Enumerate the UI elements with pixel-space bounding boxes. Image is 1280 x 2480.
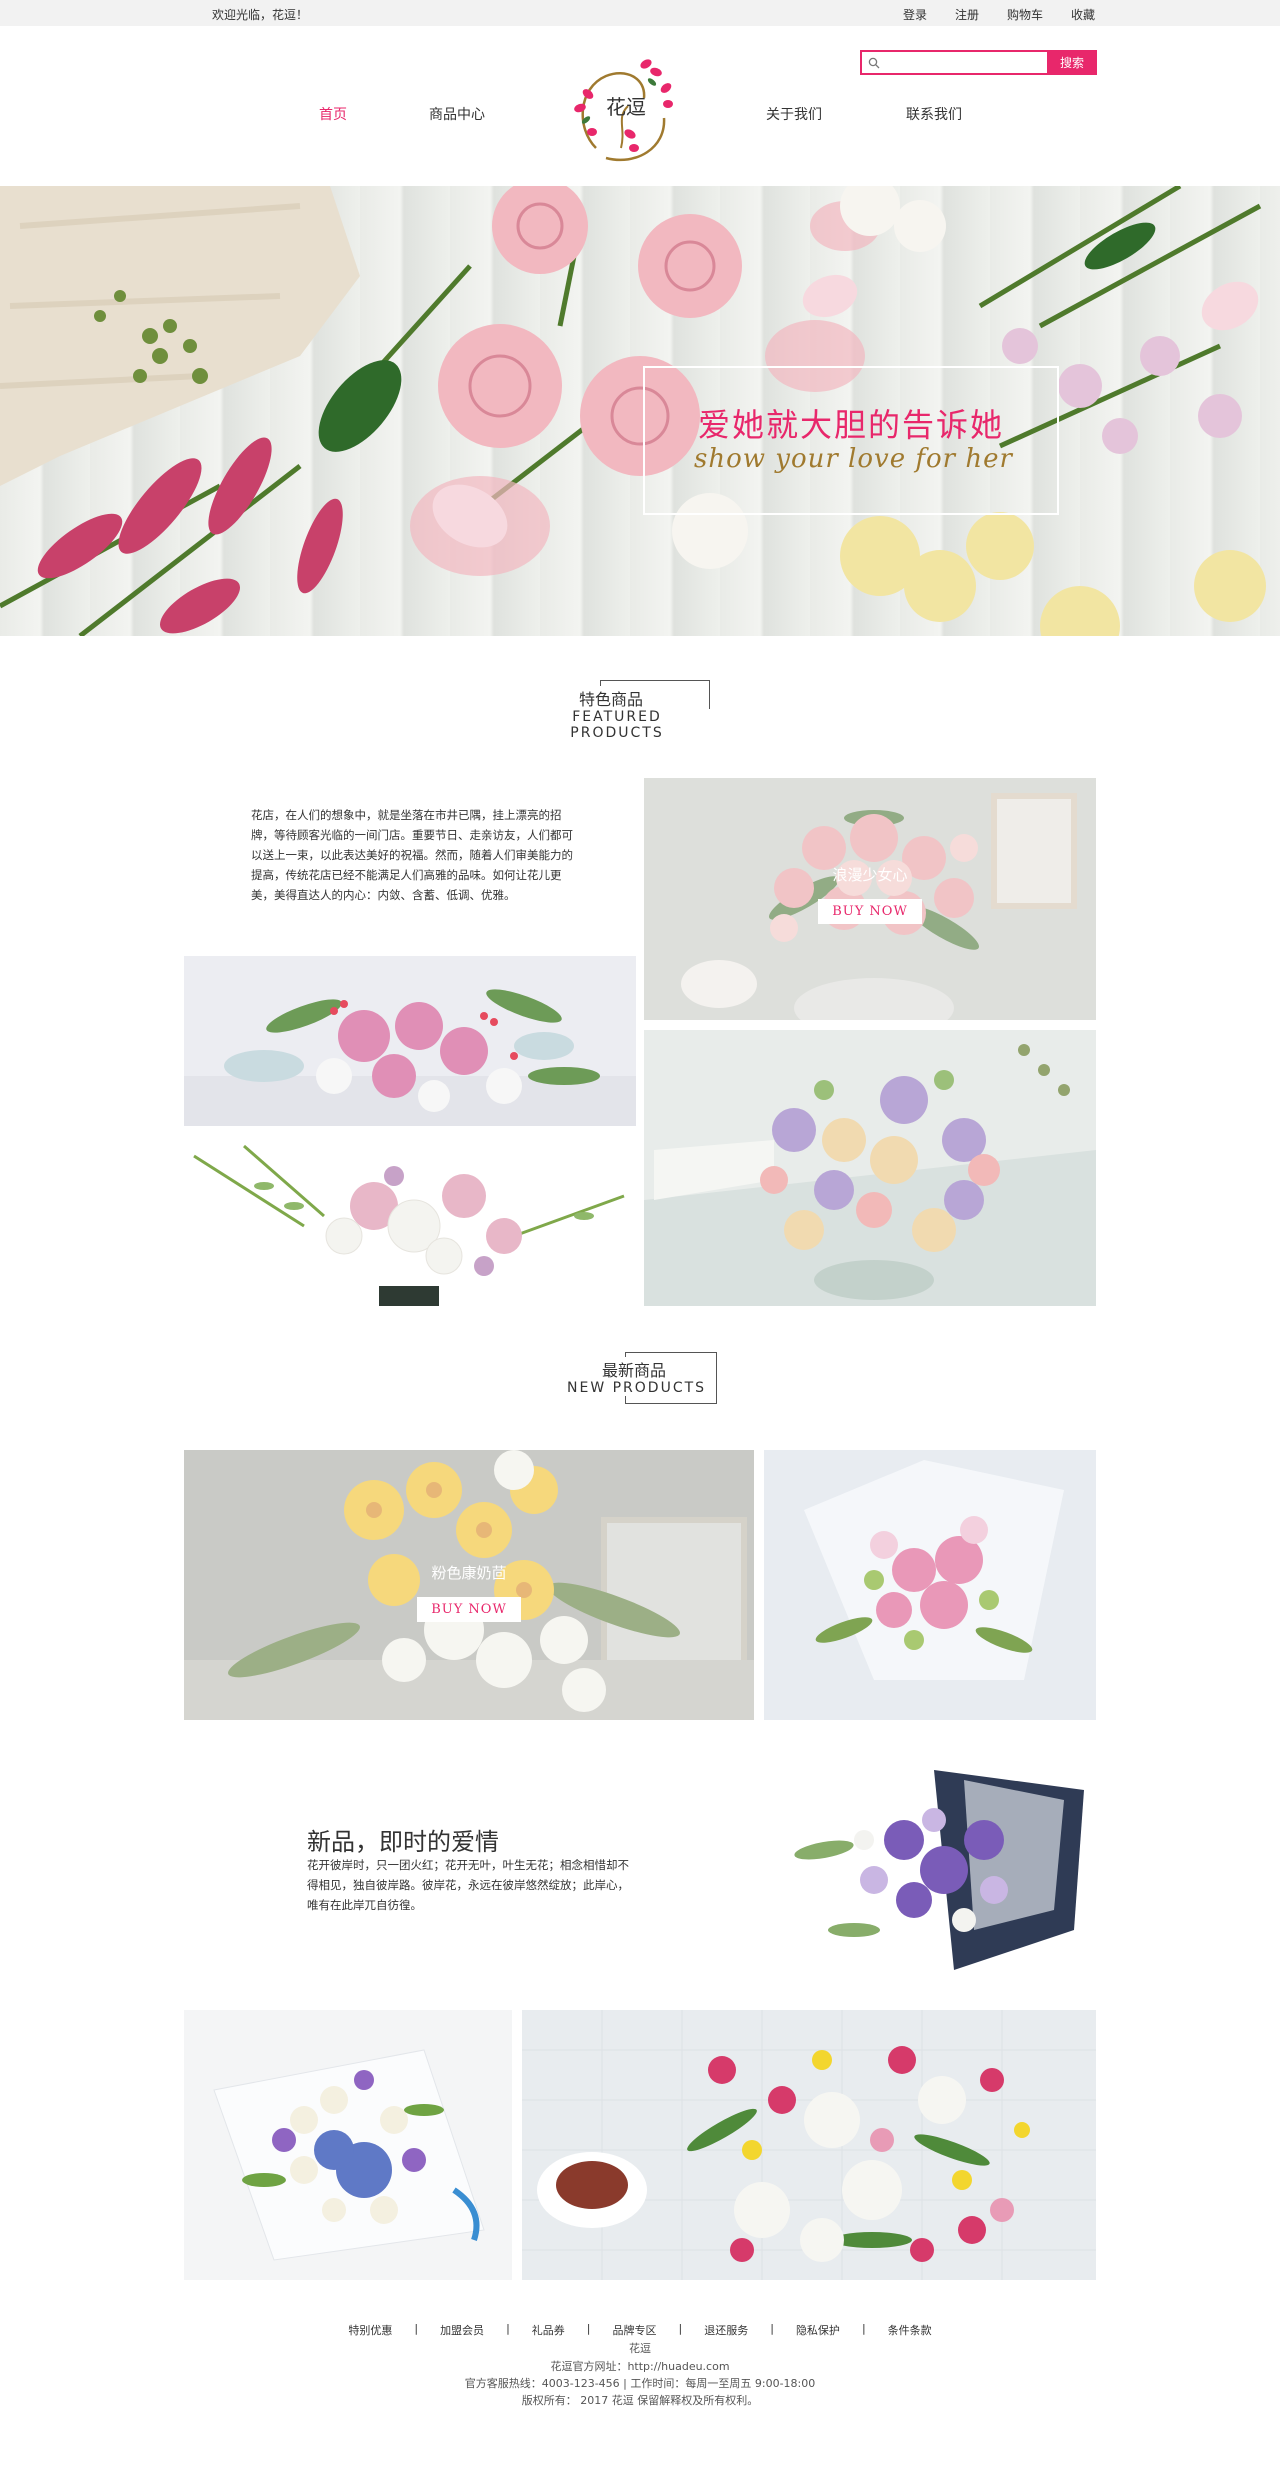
footer-link-terms[interactable]: 条件条款 xyxy=(888,2322,932,2338)
bouquet-image xyxy=(184,2010,512,2280)
footer-separator: | xyxy=(506,2322,510,2335)
new-title-en: NEW PRODUCTS xyxy=(565,1380,709,1396)
cart-link[interactable]: 购物车 xyxy=(1007,6,1043,23)
banner-flowers-image xyxy=(0,186,1266,636)
nav-about[interactable]: 关于我们 xyxy=(766,104,822,124)
featured-photo-roses[interactable] xyxy=(184,956,636,1126)
top-links: 登录 注册 购物车 收藏 xyxy=(903,6,1095,23)
new-products-heading: 新品，即时的爱情 xyxy=(307,1828,499,1856)
search-input[interactable] xyxy=(880,55,1047,70)
footer-link-returns[interactable]: 退还服务 xyxy=(704,2322,748,2338)
new-photo-mixed-flowers[interactable] xyxy=(522,2010,1096,2280)
welcome-text: 欢迎光临，花逗！ xyxy=(212,8,309,22)
flower-logo-icon[interactable]: 花逗 xyxy=(566,48,686,170)
bouquet-image xyxy=(764,1730,1096,2000)
buy-now-button[interactable]: BUY NOW xyxy=(818,899,922,924)
search-bar: 搜索 xyxy=(860,50,1097,75)
login-link[interactable]: 登录 xyxy=(903,6,927,23)
footer-link-offers[interactable]: 特别优惠 xyxy=(348,2322,392,2338)
nav-products[interactable]: 商品中心 xyxy=(429,104,485,124)
footer-separator: | xyxy=(678,2322,683,2335)
bouquet-image xyxy=(764,1450,1096,1720)
register-link[interactable]: 注册 xyxy=(955,6,979,23)
product-overlay xyxy=(184,1450,754,1720)
logo-text: 花逗 xyxy=(606,95,646,119)
nav-home[interactable]: 首页 xyxy=(319,104,347,124)
footer-copyright: 版权所有： 2017 花逗 保留解释权及所有权利。 xyxy=(521,2394,759,2407)
footer-separator: | xyxy=(586,2322,591,2335)
search-button[interactable]: 搜索 xyxy=(1047,50,1097,75)
footer-link-brands[interactable]: 品牌专区 xyxy=(613,2322,657,2338)
new-photo-pink-wrap[interactable] xyxy=(764,1450,1096,1720)
buy-now-button-new[interactable]: BUY NOW xyxy=(417,1597,521,1622)
new-products-section-title: 最新商品 NEW PRODUCTS xyxy=(560,1352,720,1404)
featured-photo-white[interactable] xyxy=(184,1136,636,1306)
featured-product-name: 浪漫少女心 xyxy=(832,866,908,884)
footer-links: 特别优惠 | 加盟会员 | 礼品券 | 品牌专区 | 退还服务 | 隐私保护 |… xyxy=(0,2322,1280,2338)
footer-link-privacy[interactable]: 隐私保护 xyxy=(796,2322,840,2338)
bouquet-image xyxy=(644,1030,1096,1306)
footer-brand: 花逗 xyxy=(629,2342,651,2355)
new-products-description: 花开彼岸时，只一团火红；花开无叶，叶生无花；相念相惜却不得相见，独自彼岸路。彼岸… xyxy=(307,1858,629,1912)
new-photo-blue-bouquet[interactable] xyxy=(184,2010,512,2280)
hero-banner: 爱她就大胆的告诉她 show your love for her xyxy=(0,186,1280,636)
footer-link-membership[interactable]: 加盟会员 xyxy=(440,2322,484,2338)
new-photo-purple-wrap[interactable] xyxy=(764,1730,1096,2000)
new-product-name: 粉色康奶茴 xyxy=(431,1564,507,1582)
banner-headline: 爱她就大胆的告诉她 xyxy=(698,406,1005,444)
favorites-link[interactable]: 收藏 xyxy=(1071,6,1095,23)
featured-product-card[interactable]: 浪漫少女心 BUY NOW xyxy=(644,778,1096,1020)
featured-photo-vase[interactable] xyxy=(644,1030,1096,1306)
nav-contact[interactable]: 联系我们 xyxy=(906,104,962,124)
new-title-cn: 最新商品 xyxy=(598,1357,671,1381)
featured-title-cn: 特色商品 xyxy=(575,686,648,710)
search-box xyxy=(860,50,1047,75)
featured-section-title: 特色商品 FEATURED PRODUCTS xyxy=(520,680,710,741)
featured-description: 花店，在人们的想象中，就是坐落在市井已隅，挂上漂亮的招牌，等待顾客光临的一间门店… xyxy=(251,808,573,902)
footer-separator: | xyxy=(414,2322,419,2335)
banner-subline: show your love for her xyxy=(694,444,1013,474)
bouquet-image xyxy=(184,956,636,1126)
search-icon xyxy=(868,57,880,69)
footer-separator: | xyxy=(861,2322,866,2335)
new-product-card[interactable]: 粉色康奶茴 BUY NOW xyxy=(184,1450,754,1720)
footer-separator: | xyxy=(770,2322,774,2335)
footer-service: 官方客服热线：4003-123-456 | 工作时间：每周一至周五 9:00-1… xyxy=(464,2377,816,2390)
footer-link-gift-card[interactable]: 礼品券 xyxy=(532,2322,565,2338)
top-bar: 欢迎光临，花逗！ 登录 注册 购物车 收藏 xyxy=(0,0,1280,26)
bouquet-image xyxy=(522,2010,1096,2280)
featured-title-en: FEATURED PRODUCTS xyxy=(524,709,710,741)
bouquet-image xyxy=(184,1136,636,1306)
footer-website: 花逗官方网址：http://huadeu.com xyxy=(550,2360,730,2373)
